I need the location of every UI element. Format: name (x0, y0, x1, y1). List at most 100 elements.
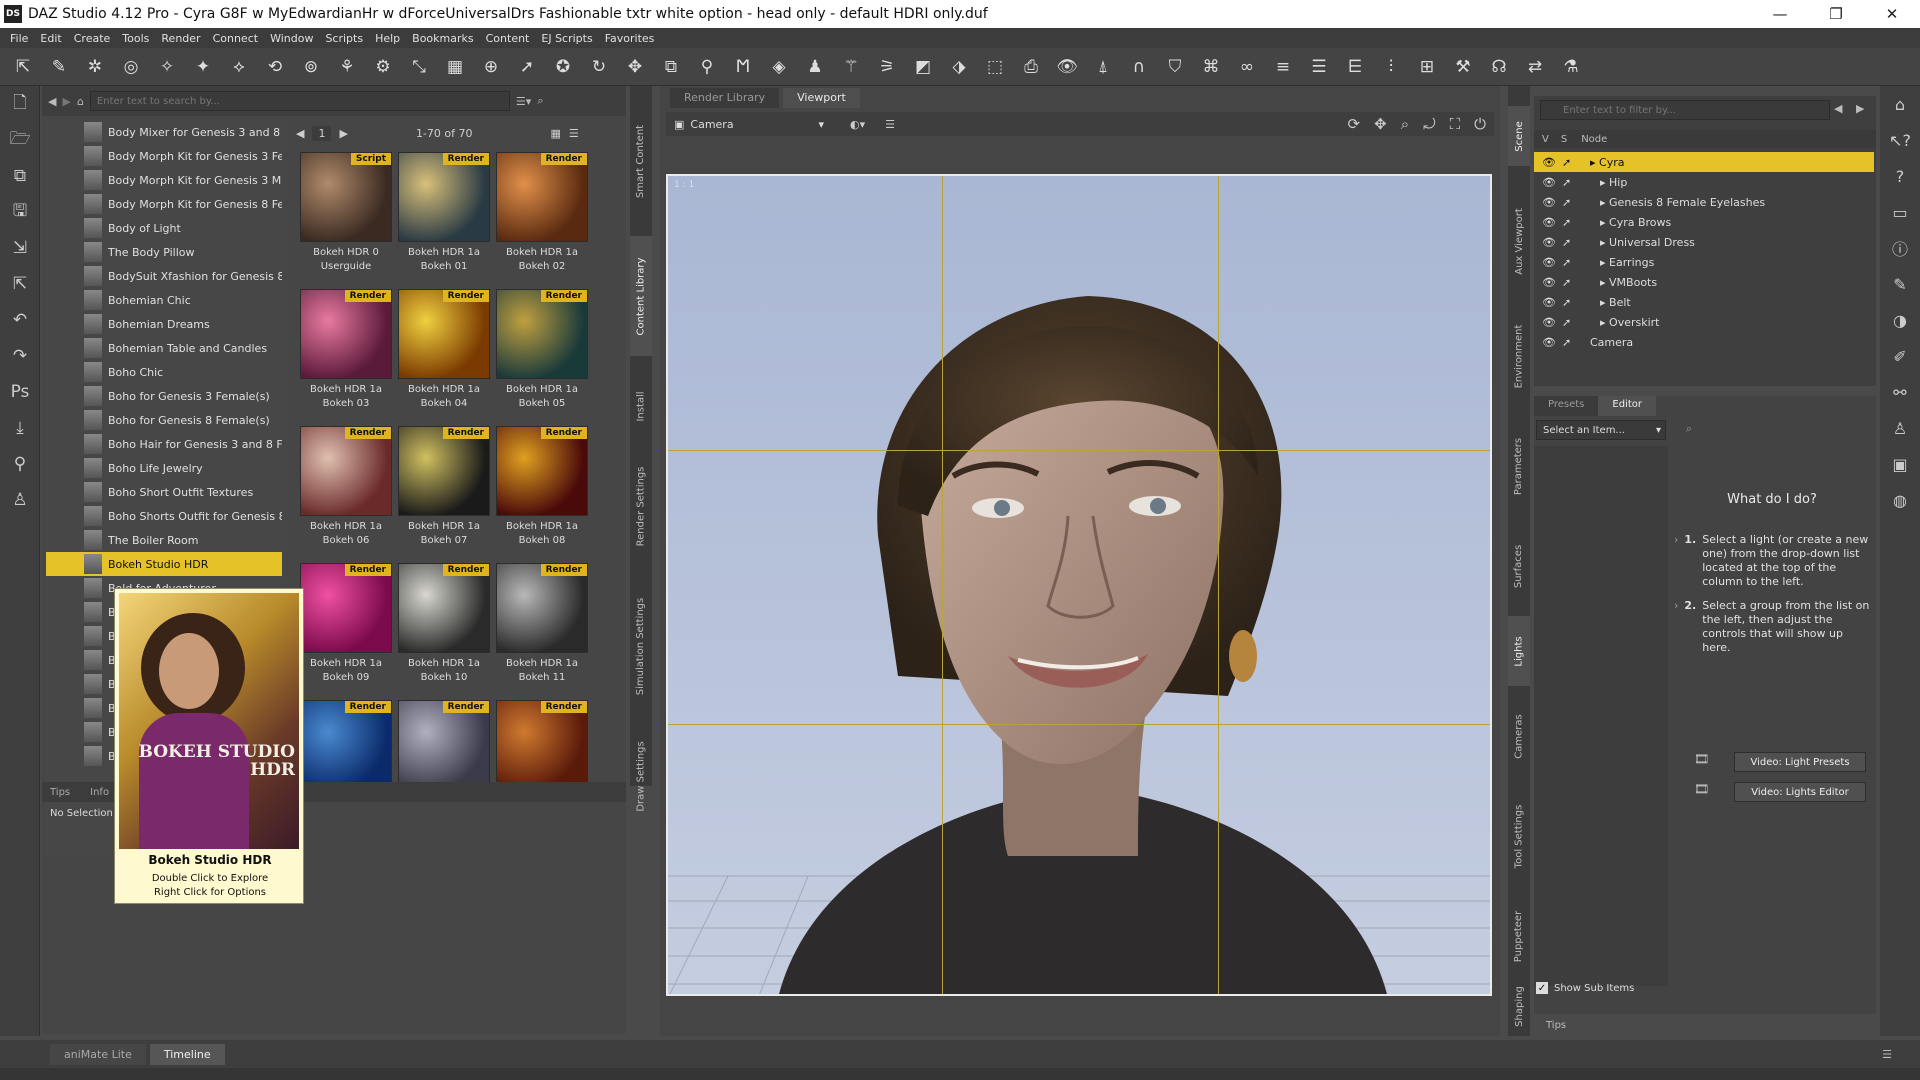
magic-wand-icon[interactable]: ⚚ (838, 54, 864, 80)
photoshop-bridge-icon[interactable]: Ps (0, 374, 40, 410)
wrench-icon[interactable]: ⚗ (1558, 54, 1584, 80)
asset-tile[interactable]: Render Bokeh HDR 1a Bokeh 11 (496, 563, 588, 699)
shader-icon[interactable]: ◑ (1880, 302, 1920, 338)
render-icon[interactable]: ⬗ (946, 54, 972, 80)
redo-icon[interactable]: ↷ (0, 338, 40, 374)
expand-arrow-icon[interactable]: ▸ (1600, 216, 1609, 229)
tab-render-settings[interactable]: Render Settings (630, 446, 652, 566)
scene-node-row[interactable]: 👁 ➚ ▸ Cyra (1534, 152, 1874, 172)
tab-tool-settings[interactable]: Tool Settings (1508, 786, 1530, 886)
expand-arrow-icon[interactable]: ▸ (1600, 296, 1609, 309)
pointer-tool-icon[interactable]: ➚ (514, 54, 540, 80)
node-weight-brush-icon[interactable]: ✎ (46, 54, 72, 80)
show-sub-items-checkbox[interactable]: ✓ (1536, 982, 1548, 994)
tree-item[interactable]: Boho Short Outfit Textures (46, 480, 282, 504)
asset-tile[interactable]: Render Bokeh HDR 1a Bokeh 10 (398, 563, 490, 699)
tab-shaping[interactable]: Shaping (1508, 976, 1530, 1036)
selectable-pointer-icon[interactable]: ➚ (1562, 296, 1571, 309)
asset-tile[interactable]: Render Bokeh HDR 1a Bokeh 02 (496, 152, 588, 288)
paint-icon[interactable]: ✐ (1880, 338, 1920, 374)
selectable-pointer-icon[interactable]: ➚ (1562, 256, 1571, 269)
asset-tile[interactable]: Render Bokeh HDR 1a Bokeh 09 (300, 563, 392, 699)
expand-arrow-icon[interactable]: ▸ (1600, 276, 1609, 289)
tree-item[interactable]: Body Morph Kit for Genesis 8 Fe... (46, 192, 282, 216)
pose-tool-icon[interactable]: ⚙ (370, 54, 396, 80)
asset-tile[interactable]: Render Bokeh HDR 1a Bokeh 06 (300, 426, 392, 562)
expand-arrow-icon[interactable]: ▸ (1600, 176, 1609, 189)
tree-item[interactable]: Body Morph Kit for Genesis 3 M... (46, 168, 282, 192)
asset-tile[interactable]: Render Bokeh HDR 1a Bokeh 05 (496, 289, 588, 425)
draw-style-icon[interactable]: ◐▾ (850, 118, 865, 131)
scene-forward-icon[interactable]: ▶ (1856, 102, 1864, 115)
tab-lights[interactable]: Lights (1508, 616, 1530, 686)
move-tool-icon[interactable]: ✥ (622, 54, 648, 80)
content-search-input[interactable] (89, 91, 510, 111)
visibility-eye-icon[interactable]: 👁 (1542, 156, 1556, 169)
grid-toggle-icon[interactable]: ▦ (442, 54, 468, 80)
visibility-eye-icon[interactable]: 👁 (1542, 236, 1556, 249)
3d-viewport[interactable]: 1 : 1 (666, 174, 1492, 996)
menu-connect[interactable]: Connect (209, 32, 266, 45)
open-file-icon[interactable]: 🗁 (0, 122, 40, 158)
scene-node-row[interactable]: 👁 ➚ ▸ Genesis 8 Female Eyelashes (1534, 192, 1874, 212)
menu-content[interactable]: Content (482, 32, 538, 45)
figure-tool-icon[interactable]: ⚘ (334, 54, 360, 80)
minimize-button[interactable]: — (1752, 0, 1808, 28)
visibility-eye-icon[interactable]: 👁 (1542, 216, 1556, 229)
surface-selection-icon[interactable]: ✦ (190, 54, 216, 80)
expand-arrow-icon[interactable]: ▸ (1600, 256, 1609, 269)
tab-surfaces[interactable]: Surfaces (1508, 526, 1530, 606)
import-icon[interactable]: ⇲ (0, 230, 40, 266)
list-view-icon[interactable]: ☰ (569, 127, 579, 140)
tab-info[interactable]: Info (90, 787, 109, 798)
tab-render-library[interactable]: Render Library (670, 88, 780, 108)
tree-item[interactable]: Body Mixer for Genesis 3 and 8 ... (46, 120, 282, 144)
reset-view-icon[interactable]: ⏻ (1474, 115, 1486, 133)
orbit-view-icon[interactable]: ⟳ (1348, 115, 1361, 133)
joint-editor-icon[interactable]: ✲ (82, 54, 108, 80)
asset-tile[interactable]: Render Bokeh HDR 1a Bokeh 01 (398, 152, 490, 288)
prev-page-icon[interactable]: ◀ (296, 127, 304, 140)
selectable-pointer-icon[interactable]: ➚ (1562, 216, 1571, 229)
scene-node-row[interactable]: 👁 ➚ Camera (1534, 332, 1874, 352)
magnet-icon[interactable]: ∩ (1126, 54, 1152, 80)
menu-tools[interactable]: Tools (118, 32, 157, 45)
property-group-list[interactable] (1534, 446, 1668, 986)
tab-timeline[interactable]: Timeline (149, 1043, 225, 1065)
search-icon[interactable]: ⌕ (1686, 422, 1692, 436)
forward-arrow-icon[interactable]: ▶ (62, 95, 70, 108)
save-icon[interactable]: 🖫 (0, 194, 40, 230)
layout-icon[interactable]: ▭ (1880, 194, 1920, 230)
globe-icon[interactable]: ◍ (1880, 482, 1920, 518)
asset-tile[interactable]: Script Bokeh HDR 0 Userguide (300, 152, 392, 288)
scene-node-row[interactable]: 👁 ➚ ▸ Overskirt (1534, 312, 1874, 332)
tab-install[interactable]: Install (630, 376, 652, 436)
asset-tile[interactable]: Render Bokeh HDR 1a Bokeh 03 (300, 289, 392, 425)
glasses-icon[interactable]: ∞ (1234, 54, 1260, 80)
tab-cameras[interactable]: Cameras (1508, 696, 1530, 776)
figure-add-icon[interactable]: ♟ (802, 54, 828, 80)
transfer-icon[interactable]: ⇄ (1522, 54, 1548, 80)
restore-button[interactable]: ❐ (1808, 0, 1864, 28)
selectable-pointer-icon[interactable]: ➚ (1562, 196, 1571, 209)
selectable-pointer-icon[interactable]: ➚ (1562, 176, 1571, 189)
scene-node-row[interactable]: 👁 ➚ ▸ Earrings (1534, 252, 1874, 272)
tab-presets[interactable]: Presets (1534, 396, 1599, 416)
scene-node-row[interactable]: 👁 ➚ ▸ VMBoots (1534, 272, 1874, 292)
visibility-eye-icon[interactable]: 👁 (1542, 176, 1556, 189)
scene-back-icon[interactable]: ◀ (1834, 102, 1842, 115)
tree-item[interactable]: BodySuit Xfashion for Genesis 8... (46, 264, 282, 288)
tree-item[interactable]: Bohemian Table and Candles (46, 336, 282, 360)
scale-tool-icon[interactable]: ⤡ (406, 54, 432, 80)
active-pose-icon[interactable]: ✪ (550, 54, 576, 80)
tag-icon[interactable]: ⌘ (1198, 54, 1224, 80)
menu-bookmarks[interactable]: Bookmarks (408, 32, 481, 45)
orbit-icon[interactable]: ↻ (586, 54, 612, 80)
tab-smart-content[interactable]: Smart Content (630, 106, 652, 216)
tab-parameters[interactable]: Parameters (1508, 416, 1530, 516)
next-page-icon[interactable]: ▶ (339, 127, 347, 140)
new-file-icon[interactable]: 🗋 (0, 86, 40, 122)
tab-animate-lite[interactable]: aniMate Lite (50, 1043, 146, 1065)
menu-create[interactable]: Create (70, 32, 119, 45)
texture-icon[interactable]: ◩ (910, 54, 936, 80)
